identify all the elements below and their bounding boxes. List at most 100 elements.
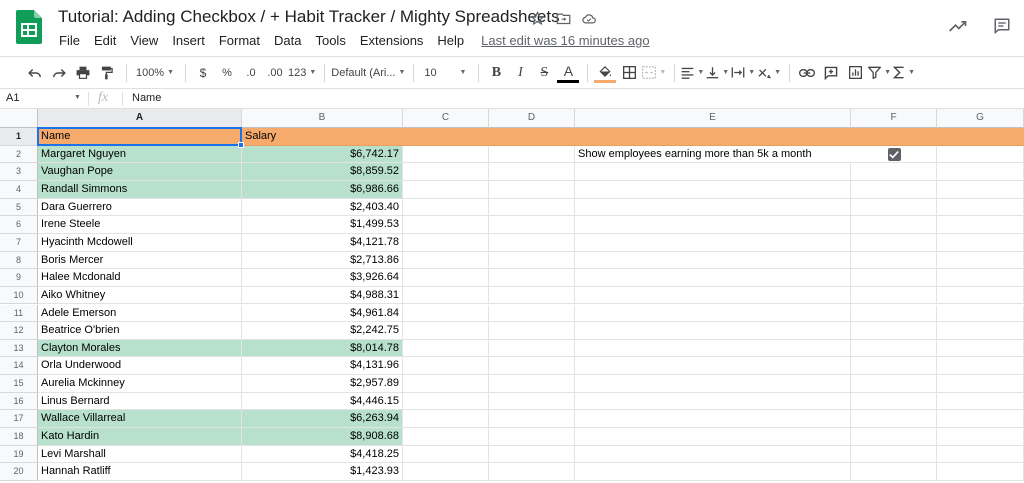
cell[interactable] xyxy=(403,428,489,446)
name-cell[interactable]: Halee Mcdonald xyxy=(38,269,242,287)
name-cell[interactable]: Vaughan Pope xyxy=(38,163,242,181)
cell[interactable] xyxy=(851,392,937,411)
menu-insert[interactable]: Insert xyxy=(165,32,212,49)
row-header[interactable]: 11 xyxy=(0,304,38,323)
cell[interactable] xyxy=(403,339,489,358)
cell[interactable] xyxy=(489,251,575,270)
cell[interactable] xyxy=(403,163,489,181)
column-header-d[interactable]: D xyxy=(489,109,575,128)
note-cell[interactable]: Show employees earning more than 5k a mo… xyxy=(575,145,851,164)
cell[interactable] xyxy=(575,198,851,217)
column-header-f[interactable]: F xyxy=(851,109,937,128)
salary-cell[interactable]: $6,986.66 xyxy=(242,180,403,199)
salary-cell[interactable]: $3,926.64 xyxy=(242,269,403,287)
salary-cell[interactable]: $2,403.40 xyxy=(242,198,403,217)
sheets-logo-icon[interactable] xyxy=(16,10,42,44)
strikethrough-button[interactable]: S xyxy=(533,61,555,85)
menu-tools[interactable]: Tools xyxy=(308,32,352,49)
cell[interactable] xyxy=(489,304,575,323)
cell[interactable] xyxy=(937,128,1024,146)
salary-cell[interactable]: $1,423.93 xyxy=(242,463,403,481)
cell[interactable] xyxy=(937,445,1024,464)
horizontal-align-icon[interactable]: ▼ xyxy=(681,61,704,85)
fill-handle[interactable] xyxy=(238,141,244,148)
cell[interactable] xyxy=(489,233,575,252)
cell[interactable] xyxy=(575,392,851,411)
name-cell[interactable]: Hannah Ratliff xyxy=(38,463,242,481)
cell[interactable] xyxy=(403,445,489,464)
name-cell[interactable]: Clayton Morales xyxy=(38,339,242,358)
document-title[interactable]: Tutorial: Adding Checkbox / + Habit Trac… xyxy=(58,7,560,27)
menu-data[interactable]: Data xyxy=(267,32,308,49)
font-size-select[interactable]: 10 ▼ xyxy=(420,61,470,85)
zoom-select[interactable]: 100% ▼ xyxy=(133,61,177,85)
cell[interactable] xyxy=(403,392,489,411)
salary-cell[interactable]: $8,908.68 xyxy=(242,428,403,446)
cell[interactable] xyxy=(575,445,851,464)
cell[interactable] xyxy=(937,339,1024,358)
cell[interactable] xyxy=(403,216,489,234)
cell[interactable] xyxy=(575,286,851,305)
cell[interactable] xyxy=(489,392,575,411)
salary-cell[interactable]: $8,014.78 xyxy=(242,339,403,358)
increase-decimal-button[interactable]: .00 xyxy=(264,61,286,85)
last-edit-link[interactable]: Last edit was 16 minutes ago xyxy=(481,32,649,49)
cell[interactable] xyxy=(489,180,575,199)
cell[interactable] xyxy=(937,233,1024,252)
cell[interactable] xyxy=(403,128,489,146)
cell[interactable] xyxy=(489,428,575,446)
cell[interactable] xyxy=(851,216,937,234)
cell[interactable] xyxy=(937,251,1024,270)
insert-chart-icon[interactable] xyxy=(844,61,866,85)
currency-format-button[interactable]: $ xyxy=(192,61,214,85)
cell[interactable] xyxy=(403,198,489,217)
column-header-b[interactable]: B xyxy=(242,109,403,128)
menu-help[interactable]: Help xyxy=(430,32,471,49)
italic-button[interactable]: I xyxy=(509,61,531,85)
comment-icon[interactable] xyxy=(992,16,1012,36)
menu-file[interactable]: File xyxy=(52,32,87,49)
cell[interactable] xyxy=(403,145,489,164)
salary-cell[interactable]: $2,713.86 xyxy=(242,251,403,270)
cell[interactable] xyxy=(851,445,937,464)
text-wrapping-icon[interactable]: ▼ xyxy=(731,61,755,85)
cell[interactable] xyxy=(575,410,851,429)
cell[interactable] xyxy=(575,339,851,358)
cell[interactable] xyxy=(937,428,1024,446)
name-box[interactable]: A1 ▼ xyxy=(6,92,86,104)
name-cell[interactable]: Linus Bernard xyxy=(38,392,242,411)
salary-cell[interactable]: $4,131.96 xyxy=(242,357,403,376)
cell[interactable] xyxy=(489,463,575,481)
cell[interactable] xyxy=(937,463,1024,481)
cell[interactable] xyxy=(575,304,851,323)
row-header[interactable]: 16 xyxy=(0,392,38,411)
filter-icon[interactable]: ▼ xyxy=(868,61,891,85)
name-cell[interactable]: Aiko Whitney xyxy=(38,286,242,305)
cell[interactable] xyxy=(937,322,1024,340)
salary-cell[interactable]: $2,242.75 xyxy=(242,322,403,340)
cell[interactable] xyxy=(403,322,489,340)
cell[interactable] xyxy=(851,410,937,429)
row-header[interactable]: 10 xyxy=(0,286,38,305)
name-cell[interactable]: Hyacinth Mcdowell xyxy=(38,233,242,252)
salary-cell[interactable]: $8,859.52 xyxy=(242,163,403,181)
row-header[interactable]: 2 xyxy=(0,145,38,164)
select-all-corner[interactable] xyxy=(0,109,38,128)
cell[interactable] xyxy=(489,339,575,358)
cell[interactable] xyxy=(489,410,575,429)
cell[interactable] xyxy=(575,216,851,234)
cell[interactable] xyxy=(937,163,1024,181)
cell[interactable] xyxy=(937,410,1024,429)
menu-view[interactable]: View xyxy=(123,32,165,49)
font-select[interactable]: Default (Ari... ▼ xyxy=(331,61,405,85)
cell[interactable] xyxy=(937,145,1024,164)
cell[interactable] xyxy=(937,375,1024,393)
cell[interactable] xyxy=(851,128,937,146)
row-header[interactable]: 6 xyxy=(0,216,38,234)
name-cell[interactable]: Randall Simmons xyxy=(38,180,242,199)
cell[interactable] xyxy=(937,198,1024,217)
name-cell[interactable]: Margaret Nguyen xyxy=(38,145,242,164)
name-cell[interactable]: Orla Underwood xyxy=(38,357,242,376)
cell[interactable] xyxy=(851,304,937,323)
salary-cell[interactable]: $4,446.15 xyxy=(242,392,403,411)
